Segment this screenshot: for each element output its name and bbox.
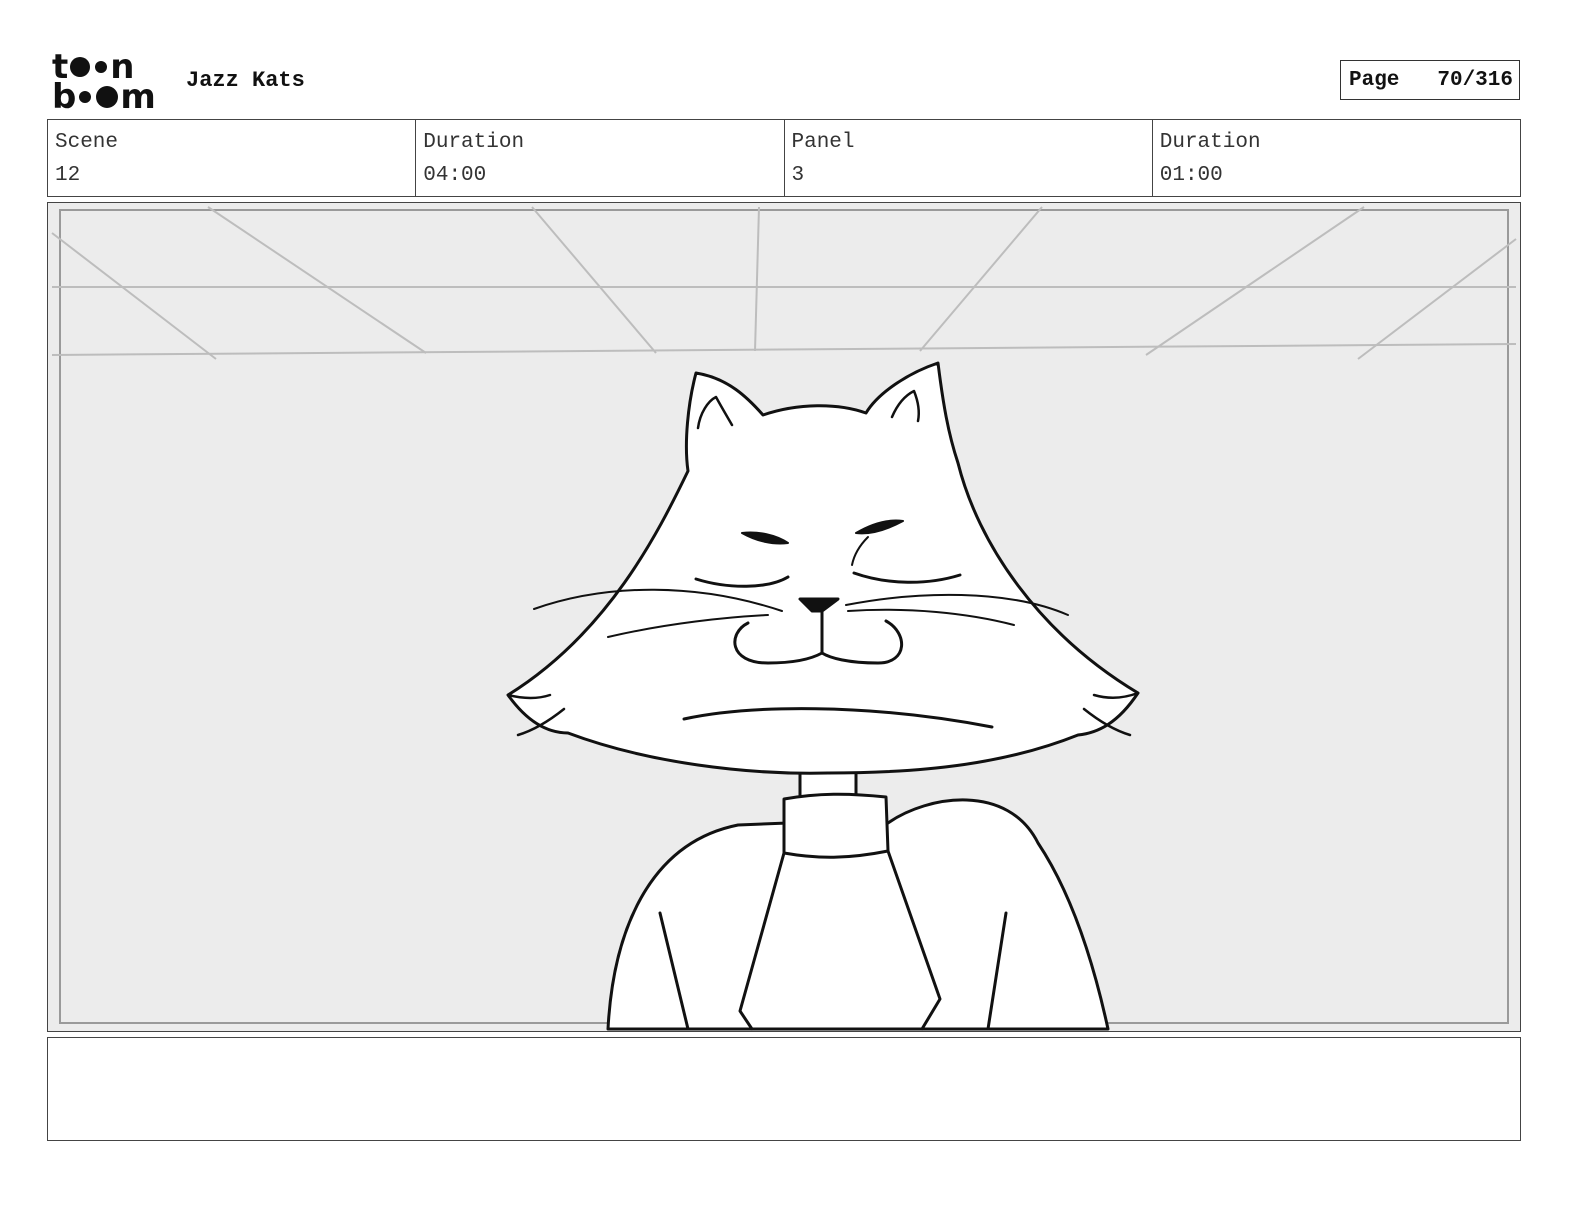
panel-notes-box	[47, 1037, 1521, 1141]
panel-duration-value: 01:00	[1159, 164, 1223, 187]
page-label: Page	[1349, 68, 1400, 92]
panel-duration-cell: Duration 01:00	[1153, 120, 1520, 196]
page-indicator: Page 70/316	[1340, 60, 1520, 100]
scene-duration-value: 04:00	[423, 164, 487, 187]
scene-value: 12	[55, 164, 81, 187]
panel-label: Panel	[791, 131, 855, 154]
scene-label: Scene	[55, 131, 119, 154]
toon-boom-logo: t n b m	[52, 47, 156, 117]
scene-duration-cell: Duration 04:00	[416, 120, 785, 196]
page-number: 70/316	[1437, 68, 1513, 92]
storyboard-panel	[47, 202, 1521, 1032]
panel-info-table: Scene 12 Duration 04:00 Panel 3 Duration…	[47, 119, 1521, 197]
panel-drawing	[48, 203, 1520, 1031]
scene-duration-label: Duration	[423, 131, 525, 154]
panel-duration-label: Duration	[1159, 131, 1261, 154]
panel-value: 3	[791, 164, 805, 187]
scene-cell: Scene 12	[48, 120, 417, 196]
panel-cell: Panel 3	[785, 120, 1153, 196]
project-title: Jazz Kats	[186, 68, 305, 93]
